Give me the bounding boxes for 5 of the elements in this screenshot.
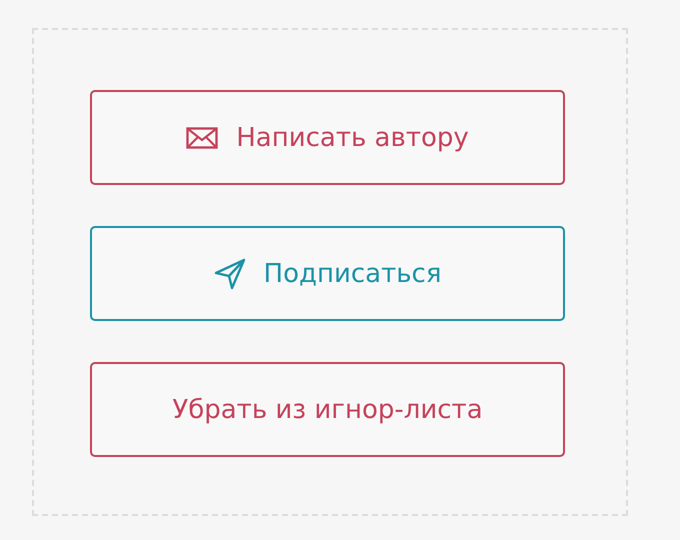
paper-plane-icon [214,258,246,290]
envelope-icon [186,126,218,148]
action-button[interactable]: Подписаться [90,226,565,321]
action-button[interactable]: Убрать из игнор-листа [90,362,565,457]
action-button[interactable]: Написать автору [90,90,565,185]
